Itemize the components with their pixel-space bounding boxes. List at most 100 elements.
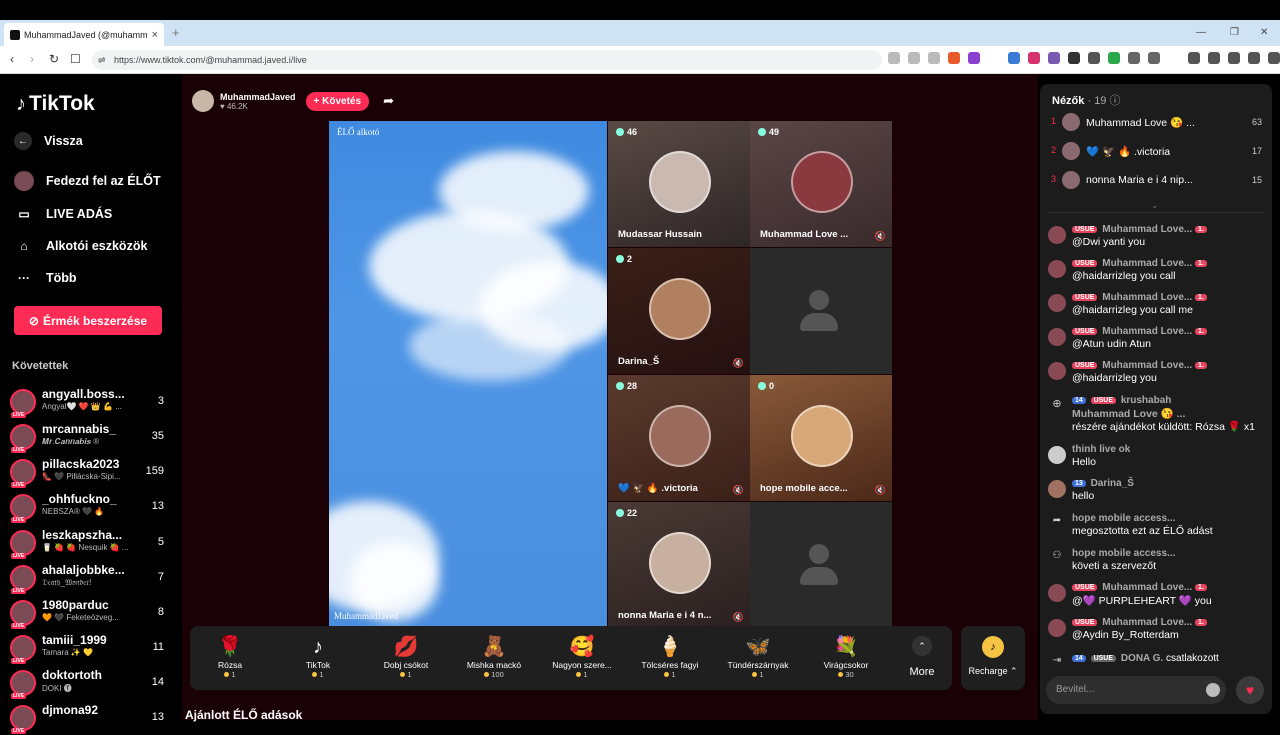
gift-box-icon: ⊕ xyxy=(1052,398,1062,410)
guest-avatar xyxy=(791,151,853,213)
back-nav-icon[interactable]: ‹ xyxy=(10,52,14,66)
guest-tile[interactable]: 46 Mudassar Hussain xyxy=(608,121,750,247)
viewers-header[interactable]: Nézők · 19 ⓘ xyxy=(1052,92,1121,108)
avatar xyxy=(10,459,36,488)
guest-count: 28 xyxy=(616,381,637,391)
browser-tab[interactable]: MuhammadJaved (@muhamm × xyxy=(4,23,164,46)
extension-icon[interactable] xyxy=(1008,52,1020,64)
info-icon[interactable]: ⓘ xyxy=(1110,95,1121,107)
followed-account[interactable]: mrcannabis_𝑴𝒓.𝑪𝒂𝒏𝒏𝒂𝒃𝒊𝒔 ®35 xyxy=(10,422,170,454)
top-viewer-row[interactable]: 2 💙 🦅 🔥 .victoria 17 xyxy=(1048,141,1266,163)
url-field[interactable]: ⇌ https://www.tiktok.com/@muhammad.javed… xyxy=(92,50,882,70)
placeholder-user-icon xyxy=(799,544,839,589)
chevron-up-icon: ⌃ xyxy=(912,636,932,656)
extension-icon[interactable] xyxy=(1108,52,1120,64)
guest-tile[interactable]: 22 nonna Maria e i 4 n... 🔇 xyxy=(608,502,750,628)
wallet-icon[interactable] xyxy=(1228,52,1240,64)
followed-account[interactable]: ahalaljobbke...𝔇𝔢𝔞𝔱𝔥_𝔚𝔬𝔫𝔡𝔢𝔯!7 xyxy=(10,563,170,595)
host-video[interactable] xyxy=(329,121,607,626)
download-icon[interactable] xyxy=(1248,52,1260,64)
recharge-button[interactable]: ♪ Recharge ⌃ xyxy=(961,626,1025,690)
empty-guest-slot[interactable] xyxy=(750,248,892,374)
extension-icon[interactable] xyxy=(1068,52,1080,64)
reload-icon[interactable]: ↻ xyxy=(49,52,59,66)
host-header: MuhammadJaved ♥ 46.2K + Követés ➦ xyxy=(192,90,394,112)
gift-item[interactable]: 🦋 Tündérszárnyak 1 xyxy=(718,634,798,679)
translate-icon[interactable] xyxy=(888,52,900,64)
window-close-icon[interactable]: ✕ xyxy=(1260,27,1268,38)
tab-title: MuhammadJaved (@muhamm xyxy=(24,29,148,40)
followed-heading: Követettek xyxy=(12,360,69,372)
host-name[interactable]: MuhammadJaved xyxy=(220,92,296,102)
avatar xyxy=(1048,446,1066,464)
empty-guest-slot[interactable] xyxy=(750,502,892,628)
nav-creator-tools[interactable]: ⌂ Alkotói eszközök xyxy=(14,236,147,256)
new-tab-button[interactable]: + xyxy=(172,25,180,40)
forward-nav-icon[interactable]: › xyxy=(30,52,34,66)
maximize-icon[interactable]: ❐ xyxy=(1230,27,1239,38)
avatar xyxy=(10,670,36,699)
share-icon: ➦ xyxy=(1052,515,1062,526)
guest-avatar xyxy=(649,278,711,340)
avatar xyxy=(10,424,36,453)
extension-icon[interactable] xyxy=(1088,52,1100,64)
gift-item[interactable]: ♪ TikTok 1 xyxy=(278,634,358,679)
followed-account[interactable]: tamiii_1999Tamara ✨ 💛11 xyxy=(10,633,170,665)
avatar xyxy=(1048,480,1066,498)
nav-more[interactable]: ··· Több xyxy=(14,268,77,288)
gift-item[interactable]: 🧸 Mishka mackó 100 xyxy=(454,634,534,679)
followed-account[interactable]: leszkapszha...🥛 🍓 🍓 Nesquik 🍓 ...5 xyxy=(10,528,170,560)
rewards-icon[interactable] xyxy=(968,52,980,64)
emoji-icon[interactable] xyxy=(1206,683,1220,697)
sidebar-icon[interactable] xyxy=(1208,52,1220,64)
followed-account[interactable]: _ohhfuckno_NEBSZA® 🖤 🔥13 xyxy=(10,492,170,524)
avatar xyxy=(10,494,36,523)
followed-account[interactable]: 1980parduc🧡 🖤 Feketeözveg...8 xyxy=(10,598,170,630)
followed-account[interactable]: djmona9213 xyxy=(10,703,170,735)
followed-account[interactable]: pillacska2023👠 🖤 Pillácska-Sipi...159 xyxy=(10,457,170,489)
gift-item[interactable]: 🍦 Tölcséres fagyi 1 xyxy=(630,634,710,679)
extension-icon[interactable] xyxy=(1148,52,1160,64)
chevron-down-icon[interactable]: ⌄ xyxy=(1151,200,1159,211)
gift-item[interactable]: 🌹 Rózsa 1 xyxy=(190,634,270,679)
teddy-bear-gift-icon: 🧸 xyxy=(481,636,507,658)
host-likes: ♥ 46.2K xyxy=(220,101,248,111)
bookmark-icon[interactable]: ☐ xyxy=(70,52,81,66)
extension-icon[interactable] xyxy=(1048,52,1060,64)
gift-item[interactable]: 💐 Virágcsokor 30 xyxy=(806,634,886,679)
ai-icon[interactable] xyxy=(1268,52,1280,64)
guest-tile[interactable]: 2 Darina_Š 🔇 xyxy=(608,248,750,374)
followed-account[interactable]: angyall.boss...Angyal🤍 ❤️ 👑 💪 ...3 xyxy=(10,387,170,419)
avatar xyxy=(1048,260,1066,278)
puzzle-icon[interactable] xyxy=(1128,52,1140,64)
nav-discover-live[interactable]: Fedezd fel az ÉLŐT xyxy=(14,171,161,191)
tiktok-logo[interactable]: ♪ TikTok xyxy=(16,92,95,116)
share-arrow-icon[interactable]: ➦ xyxy=(383,93,394,109)
share-page-icon[interactable] xyxy=(928,52,940,64)
gift-item[interactable]: 💋 Dobj csókot 1 xyxy=(366,634,446,679)
followed-account[interactable]: doktortothDOKI 🅣14 xyxy=(10,668,170,700)
nav-live-stream[interactable]: ▭ LIVE ADÁS xyxy=(14,204,112,224)
top-viewer-row[interactable]: 3 nonna Maria e i 4 nip... 15 xyxy=(1048,170,1266,192)
guest-count: 49 xyxy=(758,127,779,137)
host-avatar[interactable] xyxy=(192,90,214,112)
minimize-icon[interactable]: — xyxy=(1196,27,1206,38)
gift-item[interactable]: 🥰 Nagyon szere... 1 xyxy=(542,634,622,679)
tiktok-gift-icon: ♪ xyxy=(313,636,323,658)
more-gifts-button[interactable]: ⌃ More xyxy=(900,636,944,678)
guest-tile[interactable]: 49 Muhammad Love ... 🔇 xyxy=(750,121,892,247)
follow-button[interactable]: + Követés xyxy=(305,91,370,111)
top-viewer-row[interactable]: 1 Muhammad Love 😘 ... 63 xyxy=(1048,112,1266,134)
extension-icon[interactable] xyxy=(1028,52,1040,64)
guest-tile[interactable]: 0 hope mobile acce... 🔇 xyxy=(750,375,892,501)
close-tab-icon[interactable]: × xyxy=(152,29,158,41)
zoom-icon[interactable] xyxy=(908,52,920,64)
chat-input[interactable]: Bevitel... xyxy=(1046,676,1226,704)
buy-coins-button[interactable]: ⊘ Érmék beszerzése xyxy=(14,306,162,335)
music-icon[interactable] xyxy=(1188,52,1200,64)
site-info-icon[interactable]: ⇌ xyxy=(98,55,106,66)
brave-shield-icon[interactable] xyxy=(948,52,960,64)
guest-tile[interactable]: 28 💙 🦅 🔥 .victoria 🔇 xyxy=(608,375,750,501)
back-button[interactable]: ← Vissza xyxy=(14,132,83,150)
heart-like-button[interactable]: ♥ xyxy=(1236,676,1264,704)
